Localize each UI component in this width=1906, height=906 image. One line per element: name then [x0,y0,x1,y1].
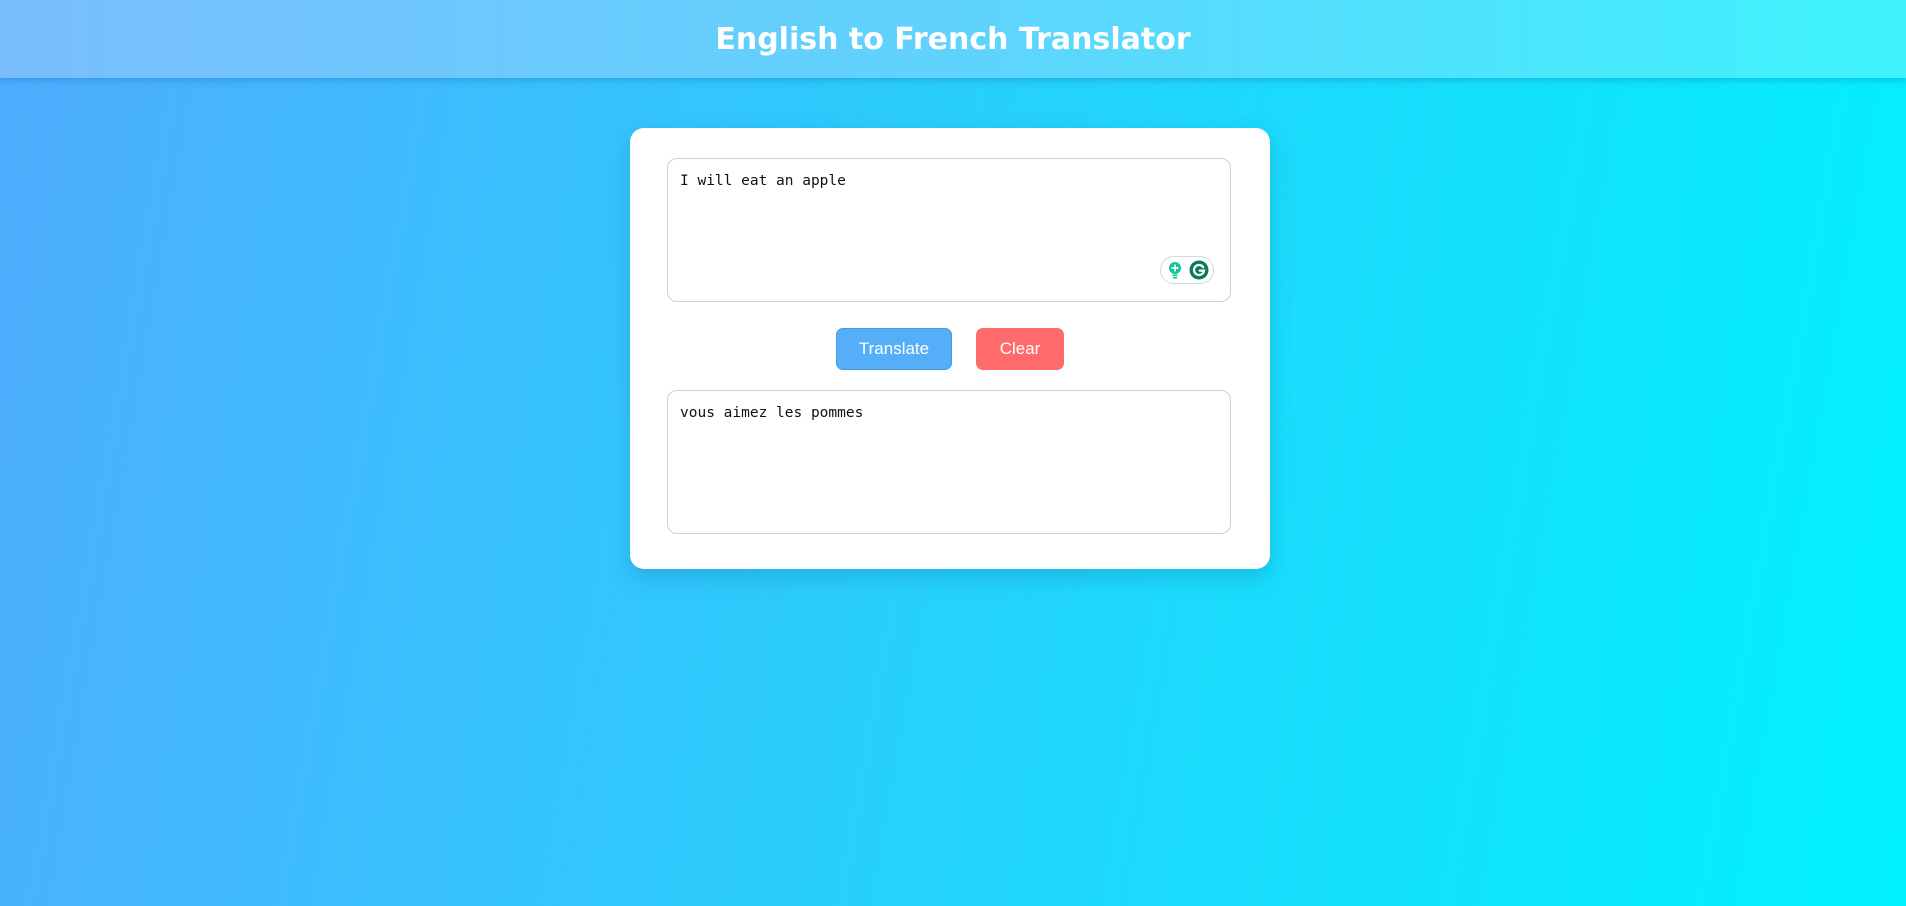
english-input[interactable]: I will eat an apple [667,158,1231,302]
translate-button[interactable]: Translate [836,328,952,370]
grammarly-g-icon[interactable] [1189,260,1209,280]
clear-button[interactable]: Clear [976,328,1064,370]
app-header: English to French Translator [0,0,1906,78]
page-title: English to French Translator [715,21,1191,57]
french-output[interactable]: vous aimez les pommes [667,390,1231,534]
lightbulb-plus-icon[interactable] [1165,260,1185,280]
grammarly-widget[interactable] [1160,256,1214,284]
translator-card: I will eat an apple Translate Clear vous… [630,128,1270,569]
